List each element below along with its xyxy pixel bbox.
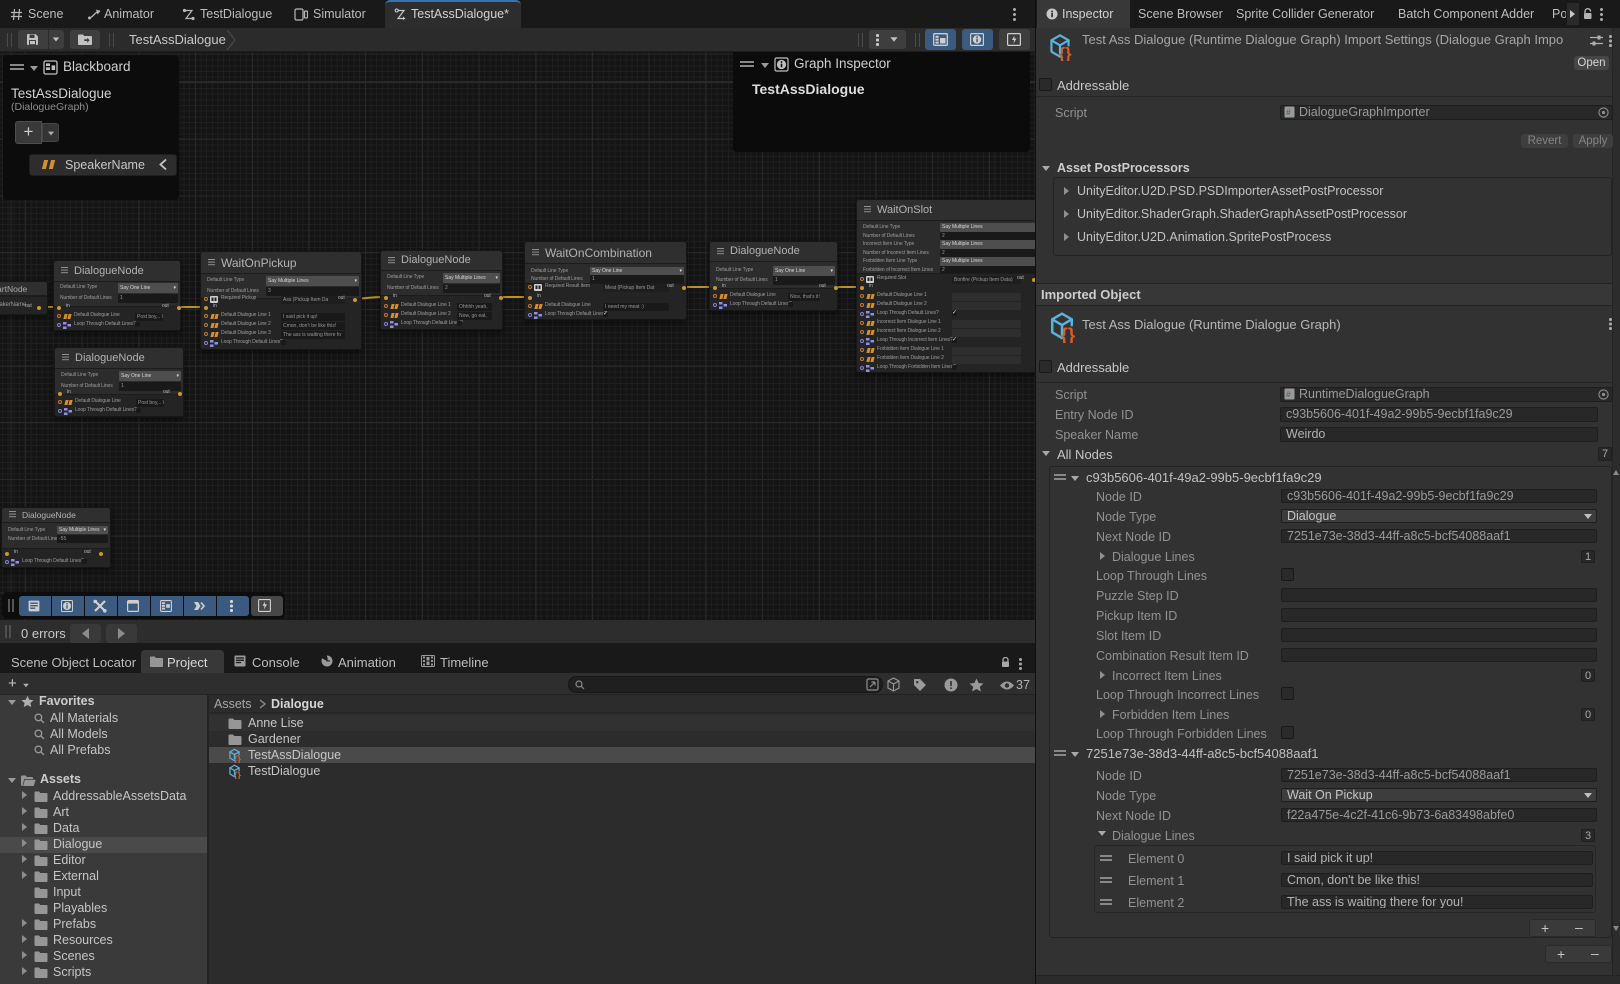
svg-text:{}: {} — [234, 754, 242, 763]
svg-text:#: # — [1286, 107, 1291, 117]
svg-text:#: # — [1286, 389, 1291, 399]
svg-text:{}: {} — [1059, 45, 1072, 61]
svg-text:{}: {} — [1061, 324, 1076, 343]
svg-text:{}: {} — [234, 770, 242, 779]
